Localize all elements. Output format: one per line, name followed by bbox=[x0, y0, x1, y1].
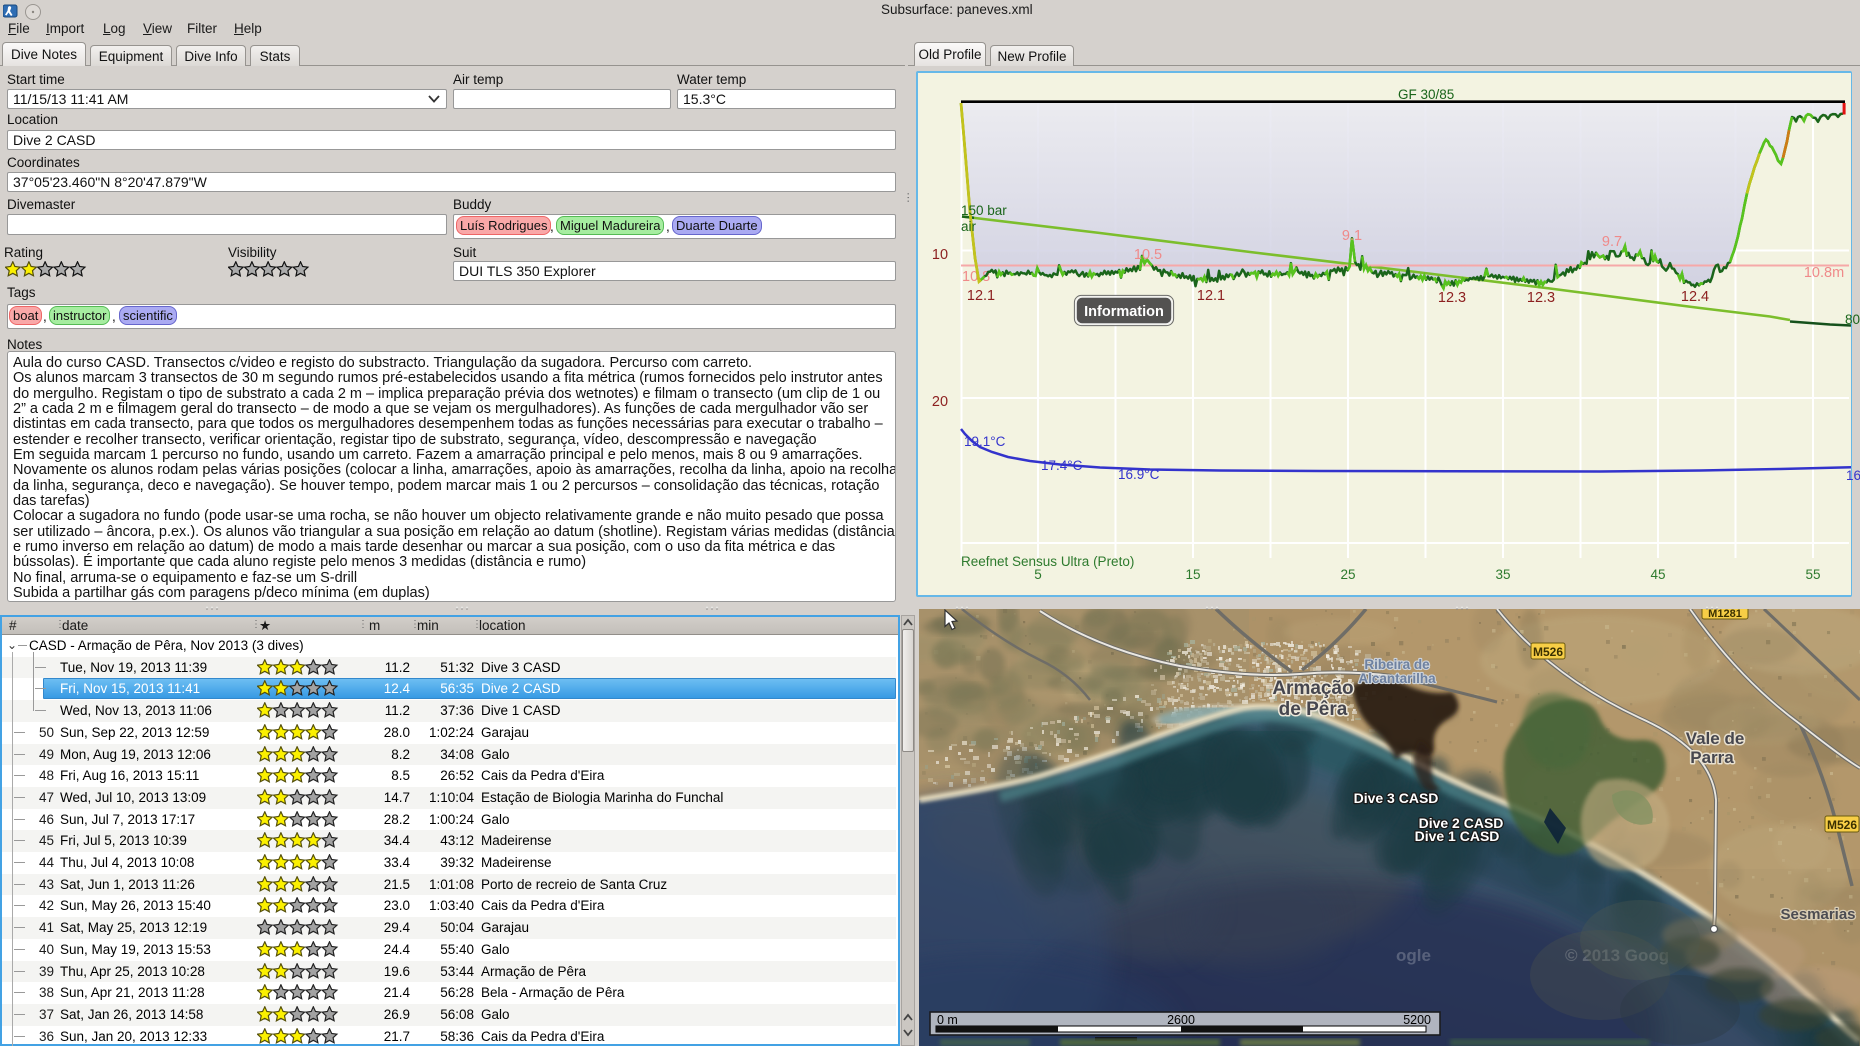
svg-text:de Pêra: de Pêra bbox=[1279, 699, 1348, 720]
svg-text:Dive 3 CASD: Dive 3 CASD bbox=[1354, 790, 1439, 806]
svg-text:M526: M526 bbox=[1533, 645, 1563, 659]
svg-text:Ribeira de: Ribeira de bbox=[1364, 657, 1430, 672]
svg-text:Dive 1 CASD: Dive 1 CASD bbox=[1415, 828, 1500, 844]
svg-text:Parra: Parra bbox=[1690, 748, 1734, 767]
svg-text:Armação: Armação bbox=[1272, 678, 1353, 699]
svg-text:Alcantarilha: Alcantarilha bbox=[1358, 671, 1436, 686]
svg-text:Vale de: Vale de bbox=[1686, 729, 1745, 748]
svg-text:Sesmarias: Sesmarias bbox=[1780, 906, 1855, 923]
svg-text:M526: M526 bbox=[1827, 818, 1857, 832]
svg-text:5200: 5200 bbox=[1403, 1013, 1431, 1027]
svg-text:2600: 2600 bbox=[1167, 1013, 1195, 1027]
svg-text:0 m: 0 m bbox=[937, 1013, 958, 1027]
svg-text:ogle: ogle bbox=[1396, 946, 1431, 965]
